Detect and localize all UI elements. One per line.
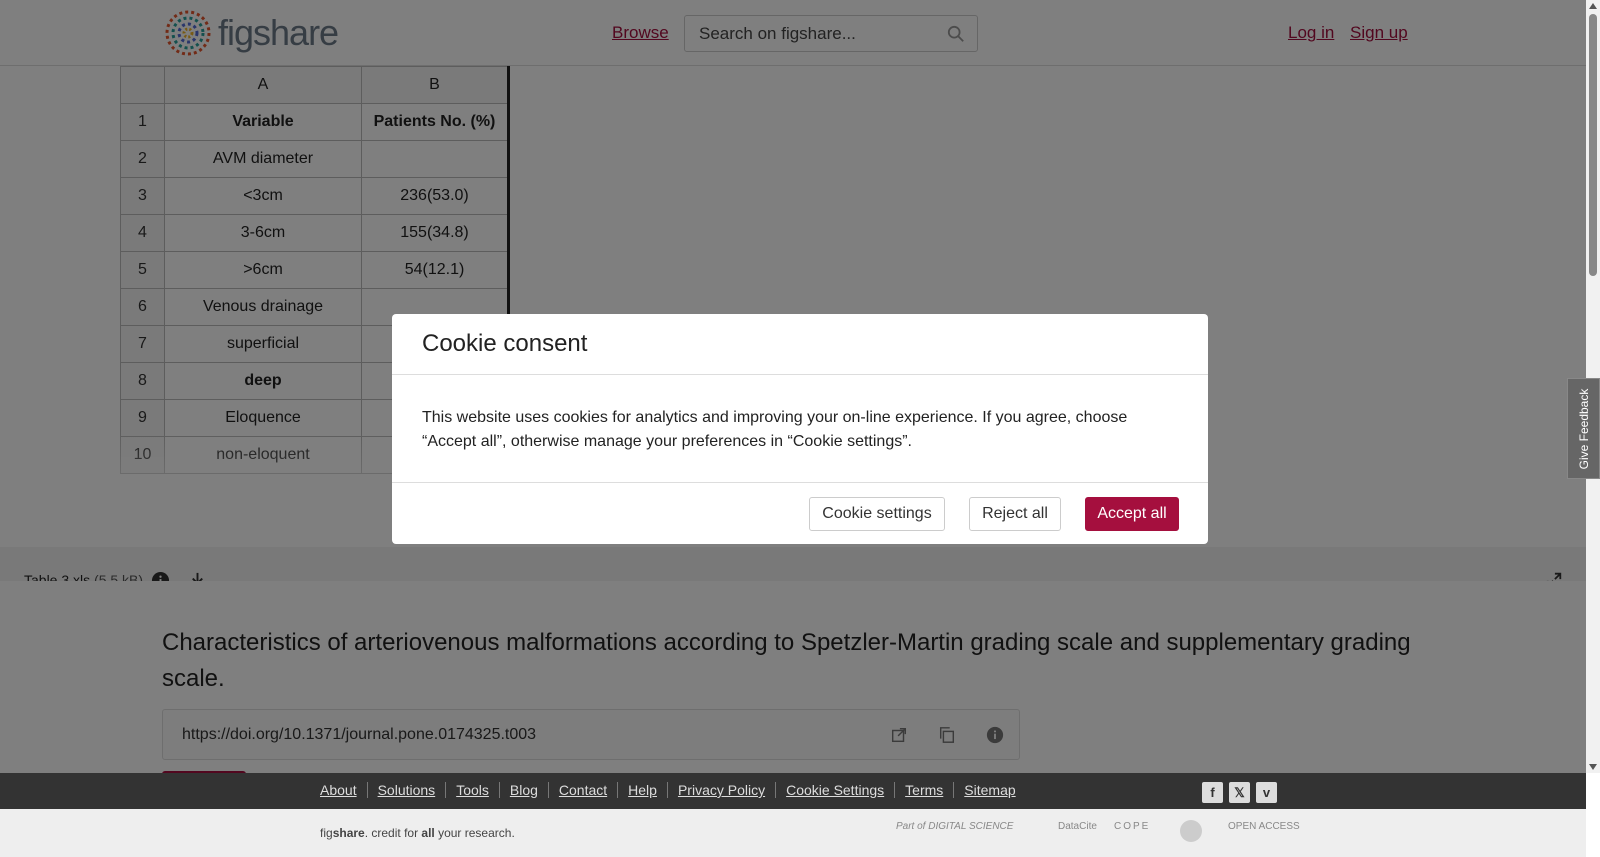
footer-nav: About Solutions Tools Blog Contact Help …	[0, 773, 1586, 809]
footer-link-tools[interactable]: Tools	[445, 782, 499, 798]
footer-link-sitemap[interactable]: Sitemap	[953, 782, 1025, 798]
cookie-consent-dialog: Cookie consent This website uses cookies…	[392, 314, 1208, 544]
footer-link-terms[interactable]: Terms	[894, 782, 953, 798]
footer-link-privacy[interactable]: Privacy Policy	[666, 782, 775, 798]
footer-link-about[interactable]: About	[320, 782, 367, 798]
digital-science-logo[interactable]: Part of DIGITAL SCIENCE	[896, 821, 1013, 832]
x-icon[interactable]: 𝕏	[1229, 782, 1250, 803]
footer-link-list: About Solutions Tools Blog Contact Help …	[320, 782, 1026, 798]
give-feedback-button[interactable]: Give Feedback	[1567, 378, 1600, 479]
divider	[392, 482, 1208, 483]
divider	[392, 374, 1208, 375]
cope-logo[interactable]: COPE	[1114, 821, 1150, 832]
footer-link-contact[interactable]: Contact	[547, 782, 617, 798]
accept-all-button[interactable]: Accept all	[1085, 497, 1179, 531]
cookie-settings-button[interactable]: Cookie settings	[809, 497, 945, 531]
page: figshare Browse Log in Sign up A B 1	[0, 0, 1600, 857]
tagline-all: all	[421, 826, 435, 840]
dialog-body: This website uses cookies for analytics …	[422, 409, 1128, 450]
footer-bottom: figshare. credit for all your research. …	[0, 809, 1586, 857]
footer-link-solutions[interactable]: Solutions	[366, 782, 446, 798]
scroll-up-arrow-icon[interactable]	[1589, 3, 1597, 9]
scroll-down-arrow-icon[interactable]	[1589, 764, 1597, 770]
datacite-logo[interactable]: DataCite	[1058, 821, 1097, 832]
footer-link-help[interactable]: Help	[617, 782, 667, 798]
page-scroll-thumb[interactable]	[1589, 14, 1597, 276]
facebook-icon[interactable]: f	[1202, 782, 1223, 803]
dialog-title: Cookie consent	[422, 330, 588, 357]
tagline-end: your research.	[434, 826, 515, 840]
tagline-share: share	[332, 826, 365, 840]
partner-seal-icon[interactable]	[1179, 819, 1203, 843]
give-feedback-label: Give Feedback	[1576, 388, 1591, 469]
footer-tagline: figshare. credit for all your research.	[320, 826, 515, 840]
vimeo-icon[interactable]: v	[1256, 782, 1277, 803]
tagline-fig: fig	[320, 826, 333, 840]
tagline-mid: . credit for	[364, 826, 422, 840]
open-access-logo[interactable]: OPEN ACCESS	[1228, 821, 1300, 832]
footer-link-blog[interactable]: Blog	[498, 782, 548, 798]
reject-all-button[interactable]: Reject all	[969, 497, 1061, 531]
footer-link-cookie-settings[interactable]: Cookie Settings	[775, 782, 894, 798]
